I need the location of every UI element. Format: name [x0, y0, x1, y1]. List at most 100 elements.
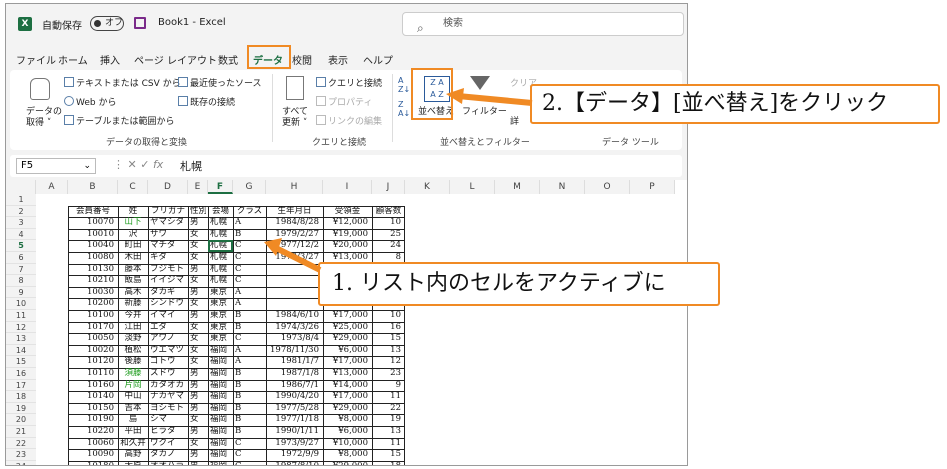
table-cell[interactable]: B — [235, 391, 264, 403]
table-cell[interactable]: 女 — [190, 298, 206, 310]
table-cell[interactable]: 1981/1/7 — [268, 356, 321, 368]
table-cell[interactable]: 1973/8/4 — [268, 333, 321, 345]
table-cell[interactable]: 平田 — [120, 426, 146, 438]
column-header-n[interactable]: N — [540, 180, 585, 194]
table-cell[interactable]: アワノ — [150, 333, 186, 345]
table-cell[interactable]: 男 — [190, 403, 206, 415]
tab-view[interactable]: 表示 — [328, 52, 348, 67]
table-cell[interactable]: 福岡 — [210, 345, 231, 357]
row-header-6[interactable]: 6 — [6, 252, 36, 264]
column-header-f[interactable]: F — [208, 180, 233, 194]
table-cell[interactable] — [268, 287, 321, 299]
row-header-5[interactable]: 5 — [6, 240, 36, 252]
table-cell[interactable]: オオハラ — [150, 461, 186, 465]
tab-formulas[interactable]: 数式 — [218, 52, 238, 67]
table-cell[interactable]: C — [235, 438, 264, 450]
row-header-7[interactable]: 7 — [6, 263, 36, 276]
table-cell[interactable]: A — [235, 345, 264, 357]
table-cell[interactable]: ¥20,000 — [325, 240, 370, 252]
table-cell[interactable]: 女 — [190, 240, 206, 252]
row-header-22[interactable]: 22 — [6, 437, 36, 450]
table-cell[interactable]: 片岡 — [120, 380, 146, 392]
table-cell[interactable]: 15 — [374, 449, 403, 461]
table-cell[interactable]: 10160 — [70, 380, 116, 392]
column-header-e[interactable]: E — [188, 180, 208, 194]
column-header-b[interactable]: B — [68, 180, 118, 194]
table-cell[interactable]: 福岡 — [210, 449, 231, 461]
table-cell[interactable]: 木田 — [120, 252, 146, 264]
table-cell[interactable]: 15 — [374, 333, 403, 345]
table-cell[interactable]: 福岡 — [210, 414, 231, 426]
queries-connections-button[interactable]: クエリと接続 — [316, 76, 382, 89]
table-cell[interactable]: 24 — [374, 240, 403, 252]
column-header-a[interactable]: A — [36, 180, 68, 194]
table-cell[interactable]: ワクイ — [150, 438, 186, 450]
table-cell[interactable]: C — [235, 252, 264, 264]
table-cell[interactable]: 25 — [374, 229, 403, 241]
table-cell[interactable]: C — [235, 275, 264, 287]
column-header-o[interactable]: O — [585, 180, 630, 194]
table-cell[interactable]: C — [235, 240, 264, 252]
table-cell[interactable]: 10040 — [70, 240, 116, 252]
table-cell[interactable]: 会員番号 — [70, 206, 116, 218]
table-cell[interactable]: ¥6,000 — [325, 426, 370, 438]
table-cell[interactable]: 大原 — [120, 461, 146, 465]
table-cell[interactable]: 福岡 — [210, 380, 231, 392]
table-cell[interactable]: 女 — [190, 229, 206, 241]
table-cell[interactable]: 生年月日 — [268, 206, 321, 218]
table-cell[interactable]: B — [235, 414, 264, 426]
column-header-p[interactable]: P — [630, 180, 675, 194]
table-cell[interactable]: 福岡 — [210, 368, 231, 380]
table-cell[interactable]: マチダ — [150, 240, 186, 252]
table-cell[interactable]: 札幌 — [210, 252, 231, 264]
table-cell[interactable]: 男 — [190, 391, 206, 403]
table-cell[interactable]: 22 — [374, 403, 403, 415]
table-cell[interactable]: 淡野 — [120, 333, 146, 345]
table-cell[interactable]: C — [235, 461, 264, 465]
table-cell[interactable]: ¥13,000 — [325, 368, 370, 380]
table-cell[interactable]: ¥19,000 — [325, 229, 370, 241]
column-header-i[interactable]: I — [323, 180, 372, 194]
column-header-k[interactable]: K — [405, 180, 450, 194]
table-cell[interactable]: 飯島 — [120, 275, 146, 287]
table-cell[interactable]: 女 — [190, 275, 206, 287]
table-cell[interactable]: ¥17,000 — [325, 391, 370, 403]
table-cell[interactable]: 藤本 — [120, 264, 146, 276]
table-cell[interactable]: 後藤 — [120, 356, 146, 368]
table-cell[interactable]: タカノ — [150, 449, 186, 461]
table-cell[interactable]: 10100 — [70, 310, 116, 322]
table-cell[interactable]: ¥12,000 — [325, 217, 370, 229]
table-cell[interactable]: 1972/9/9 — [268, 449, 321, 461]
table-cell[interactable]: 9 — [374, 380, 403, 392]
text-csv-button[interactable]: テキストまたは CSV から — [64, 76, 181, 89]
table-cell[interactable]: ヨシモト — [150, 403, 186, 415]
table-cell[interactable]: A — [235, 356, 264, 368]
table-cell[interactable]: 10210 — [70, 275, 116, 287]
row-header-19[interactable]: 19 — [6, 402, 36, 415]
table-cell[interactable]: 男 — [190, 264, 206, 276]
web-button[interactable]: Web から — [64, 95, 116, 108]
table-cell[interactable]: 女 — [190, 333, 206, 345]
table-cell[interactable]: 男 — [190, 287, 206, 299]
save-icon[interactable] — [134, 17, 146, 29]
spreadsheet-grid[interactable]: A B C D E F G H I J K L M N O P 1 2 3 4 5 6 7 8 9 10 11 12 13 14 15 16 1… — [6, 180, 687, 465]
table-cell[interactable]: 10110 — [70, 368, 116, 380]
table-cell[interactable]: 札幌 — [210, 229, 231, 241]
table-cell[interactable]: B — [235, 229, 264, 241]
table-cell[interactable]: シマ — [150, 414, 186, 426]
table-cell[interactable]: 女 — [190, 322, 206, 334]
row-header-17[interactable]: 17 — [6, 379, 36, 392]
table-cell[interactable]: ¥10,000 — [325, 438, 370, 450]
edit-links-button[interactable]: リンクの編集 — [316, 114, 382, 127]
table-cell[interactable]: 福岡 — [210, 461, 231, 465]
table-cell[interactable]: 13 — [374, 345, 403, 357]
table-cell[interactable]: 男 — [190, 217, 206, 229]
table-cell[interactable]: 1990/4/20 — [268, 391, 321, 403]
table-cell[interactable]: 札幌 — [210, 275, 231, 287]
table-cell[interactable]: B — [235, 426, 264, 438]
table-cell[interactable]: A — [235, 298, 264, 310]
table-cell[interactable]: 女 — [190, 356, 206, 368]
table-cell[interactable]: 性別 — [190, 206, 206, 218]
table-cell[interactable]: C — [235, 333, 264, 345]
table-cell[interactable]: 吉本 — [120, 403, 146, 415]
